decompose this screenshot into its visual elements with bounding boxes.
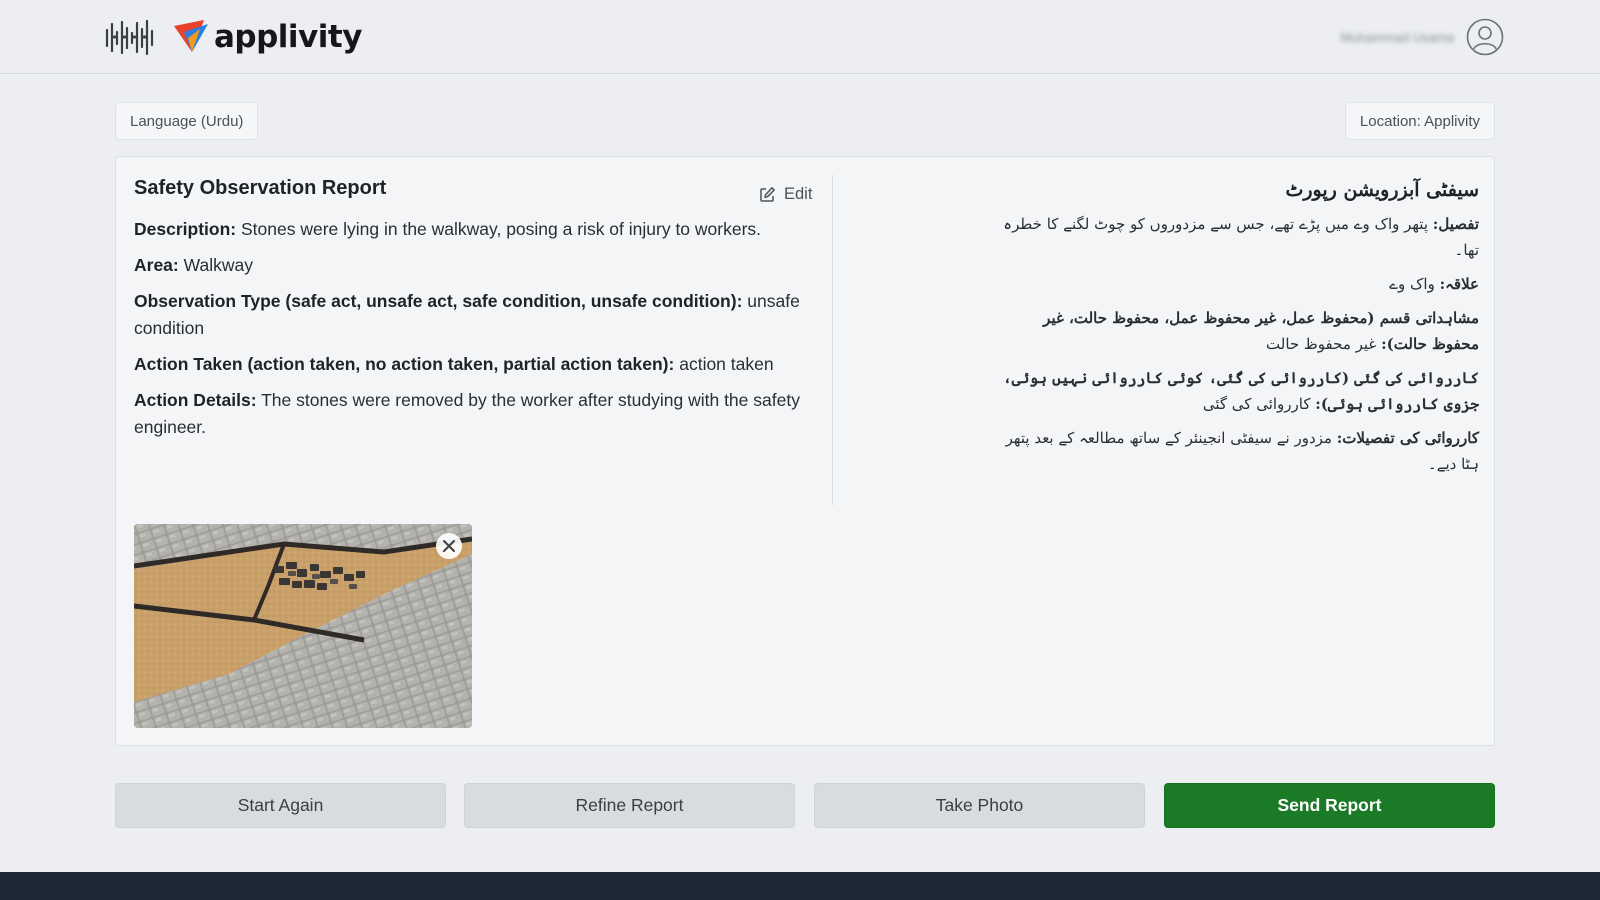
field-action-details: Action Details: The stones were removed …	[134, 387, 804, 441]
urdu-field-value: پتھر واک وے میں پڑے تھے، جس سے مزدوروں ک…	[1003, 215, 1479, 259]
field-value: Stones were lying in the walkway, posing…	[240, 219, 762, 239]
top-bar: applivity Muhammad Usama	[0, 0, 1600, 74]
field-observation-type: Observation Type (safe act, unsafe act, …	[134, 288, 804, 342]
urdu-field-label: تفصیل:	[1432, 215, 1479, 233]
urdu-field-value: واک وے	[1389, 275, 1435, 293]
urdu-field-value: غیر محفوظ حالت	[1266, 335, 1377, 353]
take-photo-button[interactable]: Take Photo	[814, 783, 1145, 828]
footer-bar	[0, 872, 1600, 900]
edit-button[interactable]: Edit	[759, 183, 812, 205]
brand-logo[interactable]: applivity	[172, 16, 362, 58]
field-label: Observation Type (safe act, unsafe act, …	[134, 291, 743, 311]
language-selector[interactable]: Language (Urdu)	[115, 102, 259, 140]
walkway-photo-image	[134, 524, 472, 728]
english-report: Safety Observation Report Description: S…	[134, 177, 804, 450]
report-title: Safety Observation Report	[134, 177, 387, 199]
field-value: Walkway	[183, 255, 253, 275]
field-description: Description: Stones were lying in the wa…	[134, 216, 804, 243]
edit-icon	[760, 186, 775, 202]
refine-report-button[interactable]: Refine Report	[464, 783, 795, 828]
user-menu[interactable]: Muhammad Usama	[1341, 17, 1504, 57]
brand-name: applivity	[214, 19, 362, 55]
urdu-field-action-taken: کارروائی کی گئی (کارروائی کی گئی، کوئی ک…	[999, 365, 1479, 417]
start-again-button[interactable]: Start Again	[115, 783, 446, 828]
field-value: action taken	[679, 354, 774, 374]
applivity-logo-icon	[174, 20, 208, 52]
report-card: Safety Observation Report Description: S…	[115, 156, 1495, 746]
edit-label: Edit	[784, 184, 813, 203]
send-report-button[interactable]: Send Report	[1164, 783, 1495, 828]
urdu-field-label: علاقہ:	[1439, 275, 1479, 293]
close-icon	[443, 540, 455, 552]
column-divider	[832, 175, 833, 505]
user-name: Muhammad Usama	[1340, 29, 1454, 45]
urdu-report-title: سیفٹی آبزرویشن رپورٹ	[1285, 179, 1479, 201]
attached-photo[interactable]	[134, 524, 472, 728]
user-avatar-icon[interactable]	[1466, 18, 1504, 56]
remove-photo-button[interactable]	[436, 533, 462, 559]
urdu-field-observation-type: مشاہداتی قسم (محفوظ عمل، غیر محفوظ عمل، …	[999, 305, 1479, 357]
field-action-taken: Action Taken (action taken, no action ta…	[134, 351, 804, 378]
field-label: Area:	[134, 255, 179, 275]
field-label: Description:	[134, 219, 237, 239]
urdu-field-value: کارروائی کی گئی	[1202, 395, 1311, 413]
urdu-field-description: تفصیل: پتھر واک وے میں پڑے تھے، جس سے مز…	[999, 211, 1479, 263]
waveform-logo-icon	[105, 19, 154, 56]
field-label: Action Details:	[134, 390, 257, 410]
urdu-report: سیفٹی آبزرویشن رپورٹ تفصیل: پتھر واک وے …	[849, 179, 1479, 485]
urdu-field-area: علاقہ: واک وے	[999, 271, 1479, 297]
location-selector[interactable]: Location: Applivity	[1344, 102, 1495, 140]
urdu-field-label: کارروائی کی تفصیلات:	[1336, 429, 1479, 447]
urdu-field-action-details: کارروائی کی تفصیلات: مزدور نے سیفٹی انجی…	[999, 425, 1479, 477]
field-area: Area: Walkway	[134, 252, 804, 279]
urdu-field-label: مشاہداتی قسم (محفوظ عمل، غیر محفوظ عمل، …	[1043, 309, 1479, 353]
field-label: Action Taken (action taken, no action ta…	[134, 354, 675, 374]
